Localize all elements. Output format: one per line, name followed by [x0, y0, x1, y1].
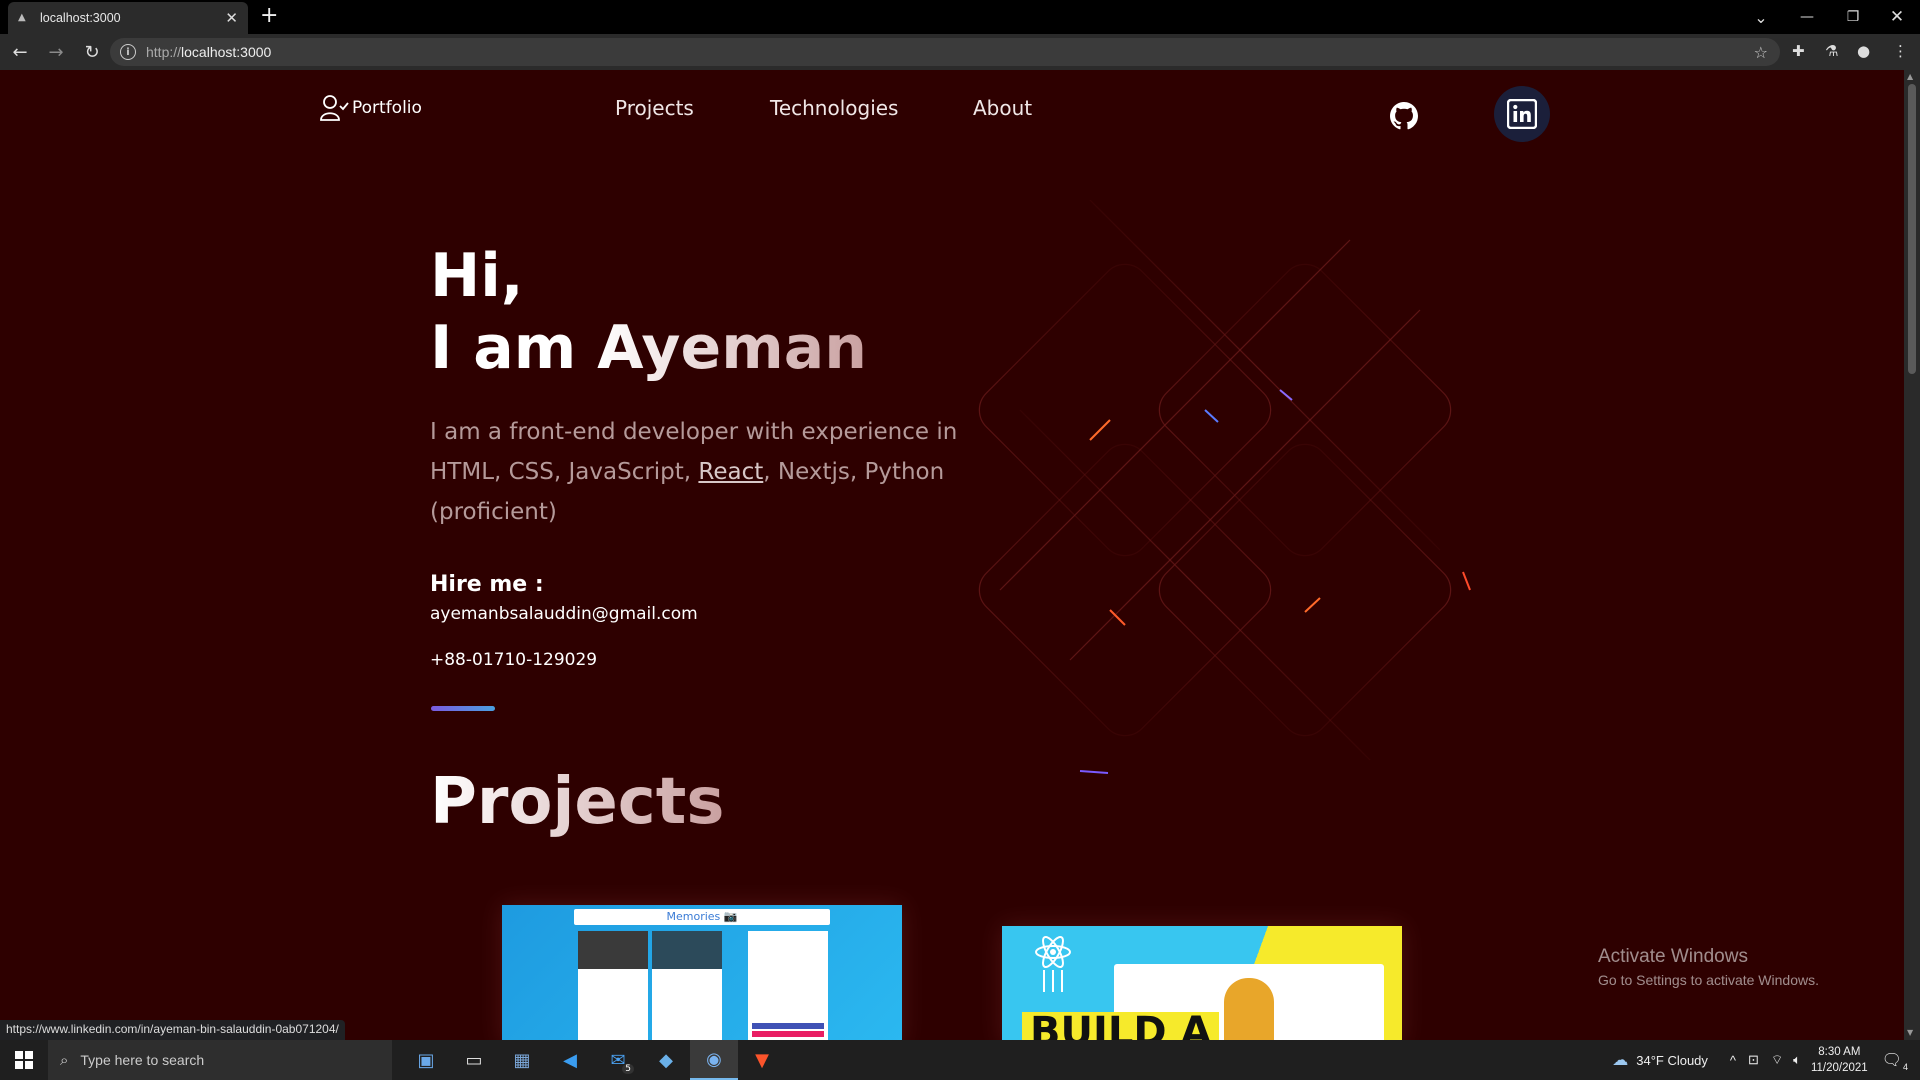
user-icon [320, 95, 349, 121]
mail-badge: 5 [622, 1064, 634, 1074]
github-icon [1390, 102, 1418, 130]
mail-app-icon[interactable]: ✉ 5 [594, 1040, 642, 1080]
project-card-memories[interactable]: Memories 📷 [502, 905, 902, 1040]
projects-heading: Projects [430, 765, 725, 839]
minimize-icon[interactable]: — [1784, 0, 1830, 34]
page-viewport: Portfolio Projects Technologies About Hi… [0, 70, 1904, 1040]
search-icon: ⌕ [60, 1051, 69, 1069]
memory-post-thumb [652, 931, 722, 1040]
weather-text[interactable]: 34°F Cloudy [1636, 1053, 1708, 1068]
memories-app-header: Memories 📷 [574, 909, 830, 925]
windows-taskbar: ⌕ Type here to search ▣ ▭ ▦ ◀ ✉ 5 ◆ ◉ ▼ ☁… [0, 1040, 1920, 1080]
hero-greeting: Hi, [430, 241, 524, 311]
volume-icon[interactable]: 🔈︎ [1793, 1052, 1801, 1068]
memory-form-thumb [748, 931, 828, 1040]
scrollbar-thumb[interactable] [1908, 84, 1916, 374]
address-bar[interactable]: i http://localhost:3000 ☆ [110, 38, 1780, 66]
forward-icon[interactable]: → [40, 36, 72, 68]
github-link[interactable] [1390, 102, 1418, 134]
restore-icon[interactable]: ❐ [1830, 0, 1876, 34]
store-banner-text: BUILD A [1022, 1012, 1220, 1040]
menu-dots-icon[interactable]: ⋮ [1893, 42, 1908, 60]
tab-title: localhost:3000 [40, 11, 121, 25]
extensions-icon[interactable]: ✚ [1792, 42, 1805, 60]
model-photo-thumb [1224, 978, 1274, 1040]
nav-projects[interactable]: Projects [615, 96, 694, 120]
site-info-icon[interactable]: i [120, 44, 136, 60]
memory-post-thumb [578, 931, 648, 1040]
nav-technologies[interactable]: Technologies [770, 96, 898, 120]
network-icon[interactable]: ⊡ [1748, 1052, 1759, 1068]
taskbar-search[interactable]: ⌕ Type here to search [48, 1040, 392, 1080]
decorative-grid-graphic [978, 200, 1471, 774]
status-bar-url: https://www.linkedin.com/in/ayeman-bin-s… [0, 1020, 345, 1040]
hero-name: Ayeman [597, 313, 867, 383]
start-button[interactable] [0, 1040, 48, 1080]
nav-about[interactable]: About [973, 96, 1032, 120]
react-link[interactable]: React [698, 459, 763, 485]
system-tray: ☁ 34°F Cloudy ^ ⊡ ⌔ 🔈︎ 8:30 AM 11/20/202… [1612, 1040, 1920, 1080]
calculator-app-icon[interactable]: ▦ [498, 1040, 546, 1080]
activate-windows-watermark: Activate Windows Go to Settings to activ… [1598, 946, 1819, 988]
hero-title: I am Ayeman [430, 313, 867, 383]
vscode-app-icon[interactable]: ◀ [546, 1040, 594, 1080]
tab-search-icon[interactable]: ⌄ [1738, 0, 1784, 34]
page-scrollbar[interactable]: ▲ ▼ [1904, 70, 1920, 1040]
labs-flask-icon[interactable]: ⚗ [1825, 42, 1838, 60]
back-icon[interactable]: ← [4, 36, 36, 68]
taskbar-clock[interactable]: 8:30 AM 11/20/2021 [1811, 1044, 1868, 1076]
bookmark-star-icon[interactable]: ☆ [1754, 43, 1768, 62]
profile-icon[interactable]: ● [1857, 42, 1870, 60]
address-url: http://localhost:3000 [146, 44, 272, 60]
brave-app-icon[interactable]: ▼ [738, 1040, 786, 1080]
react-logo-icon [1035, 935, 1071, 992]
browser-tab[interactable]: ▲ localhost:3000 ✕ [8, 2, 248, 34]
hero-intro: I am a front-end developer with experien… [430, 419, 958, 525]
cloud-weather-icon: ☁ [1612, 1052, 1629, 1069]
reload-icon[interactable]: ↻ [76, 36, 108, 68]
installer-app-icon[interactable]: ◆ [642, 1040, 690, 1080]
contact-email[interactable]: ayemanbsalauddin@gmail.com [430, 604, 698, 624]
browser-toolbar: ← → ↻ i http://localhost:3000 ☆ ✚ ⚗ ● ⋮ [0, 34, 1920, 70]
contact-phone[interactable]: +88-01710-129029 [430, 650, 597, 670]
section-divider [431, 706, 495, 711]
linkedin-link[interactable] [1494, 86, 1550, 142]
scroll-up-icon[interactable]: ▲ [1907, 72, 1913, 81]
notification-center-icon[interactable]: 🗨︎ 4 [1882, 1050, 1908, 1072]
logo-text: Portfolio [352, 98, 422, 118]
wifi-icon[interactable]: ⌔ [1771, 1052, 1783, 1068]
scroll-down-icon[interactable]: ▼ [1907, 1028, 1913, 1037]
chrome-app-icon[interactable]: ◉ [690, 1040, 738, 1080]
browser-tab-strip: ▲ localhost:3000 ✕ + ⌄ — ❐ ✕ [0, 0, 1920, 34]
terminal-app-icon[interactable]: ▭ [450, 1040, 498, 1080]
window-close-icon[interactable]: ✕ [1874, 0, 1920, 34]
tab-close-icon[interactable]: ✕ [225, 9, 238, 27]
new-tab-icon[interactable]: + [260, 5, 278, 27]
tab-favicon-icon: ▲ [18, 12, 26, 23]
project-card-ecommerce[interactable]: BUILD A [1002, 926, 1402, 1040]
tray-chevron-icon[interactable]: ^ [1730, 1053, 1736, 1068]
windows-logo-icon [15, 1051, 33, 1069]
site-logo[interactable]: Portfolio [320, 94, 422, 122]
hire-me-label: Hire me : [430, 572, 544, 597]
linkedin-icon [1507, 99, 1537, 129]
taskbar-search-placeholder: Type here to search [80, 1052, 205, 1068]
task-view-app-icon[interactable]: ▣ [402, 1040, 450, 1080]
